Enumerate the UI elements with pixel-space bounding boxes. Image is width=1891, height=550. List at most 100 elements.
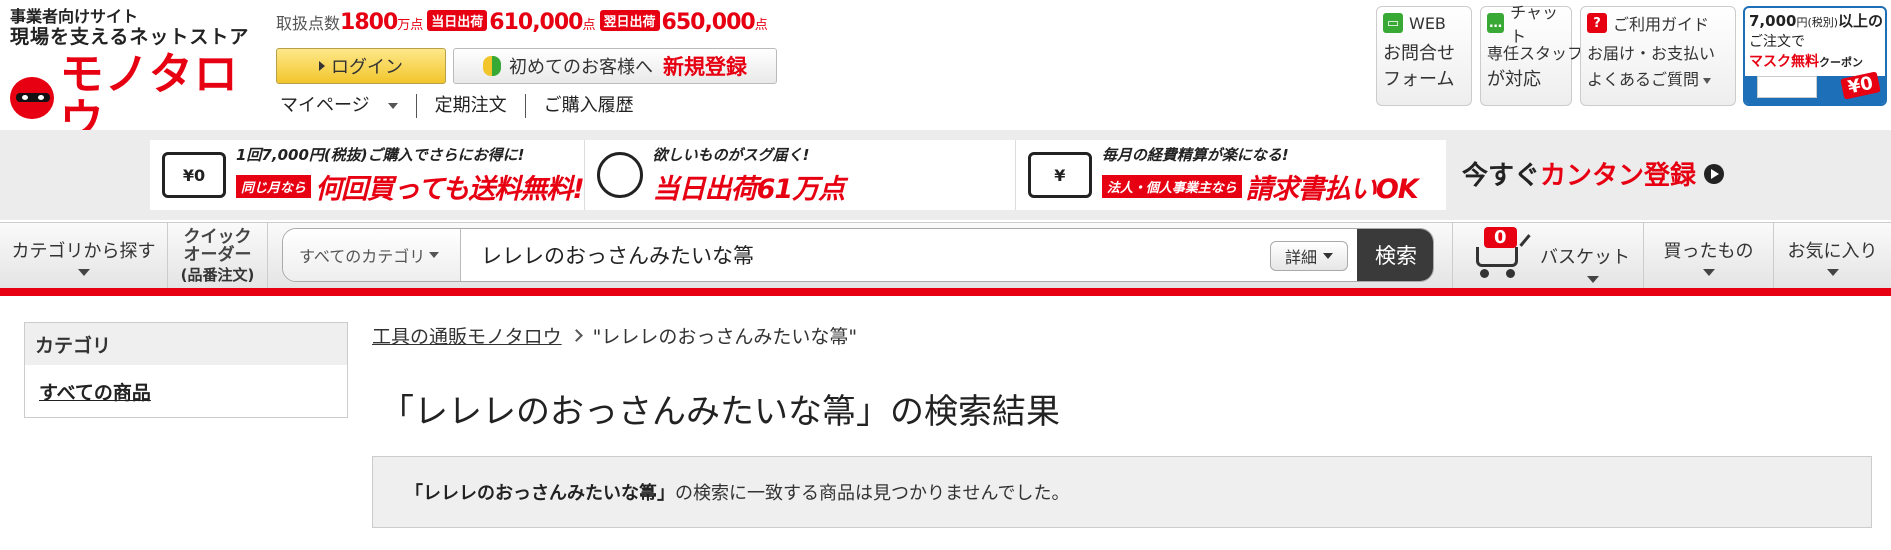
breadcrumb: 工具の通販モノタロウ "レレレのおっさんみたいな箒" xyxy=(372,322,857,349)
guide-line2: よくあるご質問 xyxy=(1587,70,1700,89)
banner-item-pill: 同じ月なら xyxy=(236,175,312,198)
invoice-icon: ¥ xyxy=(1027,152,1092,198)
same-day-unit: 点 xyxy=(582,18,596,33)
monitor-icon: ▭ xyxy=(1383,13,1403,33)
purchased-items-menu[interactable]: 買ったもの xyxy=(1644,223,1774,289)
banner-item-subtitle: 欲しいものがスグ届く! xyxy=(652,146,810,164)
chevron-down-icon xyxy=(1702,268,1715,276)
chat-line1: 専任スタッフ xyxy=(1487,44,1584,63)
web-inquiry-button[interactable]: ▭ WEB お問合せ フォーム xyxy=(1376,6,1472,106)
cta-strong: カンタン登録 xyxy=(1540,161,1697,191)
banner-item-headline: 請求書払いOK xyxy=(1245,174,1419,205)
monotaro-mascot-icon xyxy=(10,77,54,119)
chevron-down-icon xyxy=(1587,276,1599,283)
basket-button[interactable]: 0 バスケット xyxy=(1452,223,1644,289)
breadcrumb-current: "レレレのおっさんみたいな箒" xyxy=(592,326,858,348)
web-title: WEB xyxy=(1409,13,1446,33)
next-day-count: 650,000 xyxy=(661,10,756,35)
coupon-strong: マスク無料 xyxy=(1749,54,1819,70)
breadcrumb-home-link[interactable]: 工具の通販モノタロウ xyxy=(372,322,562,349)
sidebar-heading: カテゴリ xyxy=(25,323,347,365)
category-menu[interactable]: カテゴリから探す xyxy=(0,223,168,289)
beginner-mark-icon xyxy=(483,56,501,76)
coupon-line2: ご注文で xyxy=(1749,34,1805,50)
web-line2: フォーム xyxy=(1383,69,1455,90)
quick-order-link[interactable]: クイック オーダー (品番注文) xyxy=(168,223,268,289)
nav-divider xyxy=(0,288,1891,296)
site-header: 事業者向けサイト 現場を支えるネットストア モノタロウ 取扱点数 1800 万点… xyxy=(0,0,1891,144)
items-count: 1800 xyxy=(340,10,398,35)
next-day-unit: 点 xyxy=(754,18,768,33)
chevron-right-icon xyxy=(569,329,583,342)
chevron-down-icon xyxy=(1323,253,1333,259)
chat-title: チャット xyxy=(1510,3,1559,46)
tagline-primary: 事業者向けサイト xyxy=(10,7,139,26)
search-category-value: すべてのカテゴリ xyxy=(299,247,426,266)
coupon-amount: 7,000 xyxy=(1749,12,1797,30)
search-detail-label: 詳細 xyxy=(1284,248,1317,267)
same-day-count: 610,000 xyxy=(489,10,583,35)
category-menu-label: カテゴリから探す xyxy=(11,240,156,262)
register-prefix: 初めてのお客様へ xyxy=(509,57,653,78)
quick-order-line1: クイック xyxy=(183,226,252,247)
promo-banner[interactable]: ¥0 1回7,000円(税抜)ご購入でさらにお得に! 同じ月なら 何回買っても送料… xyxy=(150,140,1446,210)
chevron-down-icon xyxy=(1703,77,1712,84)
login-label: ログイン xyxy=(331,57,403,78)
banner-item-pill: 法人・個人事業主なら xyxy=(1101,175,1242,198)
login-button[interactable]: ログイン xyxy=(276,48,446,84)
user-guide-button[interactable]: ? ご利用ガイド お届け・お支払い よくあるご質問 xyxy=(1580,6,1736,106)
chevron-down-icon xyxy=(429,252,440,258)
banner-item-subtitle: 1回7,000円(税抜)ご購入でさらにお得に! xyxy=(236,146,525,164)
banner-same-day[interactable]: 欲しいものがスグ届く! 当日出荷61万点 xyxy=(585,140,1016,210)
web-line1: お問合せ xyxy=(1383,43,1455,64)
search-detail-button[interactable]: 詳細 xyxy=(1270,241,1348,271)
notice-query: 「レレレのおっさんみたいな箒」 xyxy=(405,483,675,504)
purchased-label: 買ったもの xyxy=(1663,240,1754,262)
search-input[interactable] xyxy=(463,229,1263,281)
cta-prefix: 今すぐ xyxy=(1462,161,1541,191)
banner-item-headline: 当日出荷61万点 xyxy=(652,174,846,205)
quick-register-link[interactable]: 今すぐ カンタン登録 xyxy=(1462,155,1725,192)
question-icon: ? xyxy=(1587,13,1607,33)
favorites-menu[interactable]: お気に入り xyxy=(1774,223,1891,289)
basket-count: 0 xyxy=(1484,227,1517,248)
register-label: 新規登録 xyxy=(663,55,747,79)
banner-free-shipping[interactable]: ¥0 1回7,000円(税抜)ご購入でさらにお得に! 同じ月なら 何回買っても送料… xyxy=(150,140,585,210)
search-bar: すべてのカテゴリ 詳細 検索 xyxy=(282,228,1434,282)
items-label: 取扱点数 xyxy=(276,14,341,33)
mypage-link[interactable]: マイページ xyxy=(280,94,417,118)
truck-icon: ¥0 xyxy=(162,152,226,198)
quick-order-line2: オーダー xyxy=(183,244,252,265)
favorites-label: お気に入り xyxy=(1787,240,1878,262)
chat-button[interactable]: … チャット 専任スタッフ が対応 xyxy=(1480,3,1584,106)
items-unit: 万点 xyxy=(397,18,424,33)
coupon-suffix: 以上の xyxy=(1838,12,1884,30)
mask-coupon-banner[interactable]: 7,000円(税別)以上の ご注文で マスク無料クーポン ¥0 xyxy=(1743,6,1887,106)
account-subnav: マイページ 定期注文 ご購入履歴 xyxy=(280,94,652,118)
mask-icon xyxy=(1757,76,1817,98)
search-category-select[interactable]: すべてのカテゴリ xyxy=(283,229,461,281)
sidebar-item-all-products[interactable]: すべての商品 xyxy=(25,365,347,417)
chevron-down-icon xyxy=(1826,268,1839,276)
banner-invoice[interactable]: ¥ 毎月の経費精算が楽になる! 法人・個人事業主なら 請求書払いOK xyxy=(1016,140,1446,210)
subscription-link[interactable]: 定期注文 xyxy=(417,94,526,118)
search-button[interactable]: 検索 xyxy=(1357,229,1433,281)
next-day-badge: 翌日出荷 xyxy=(599,10,660,31)
register-button[interactable]: 初めてのお客様へ 新規登録 xyxy=(453,48,777,84)
tagline-secondary: 現場を支えるネットストア xyxy=(10,26,250,48)
guide-line1: お届け・お支払い xyxy=(1587,44,1716,63)
no-results-notice: 「レレレのおっさんみたいな箒」 の検索に一致する商品は見つかりませんでした。 xyxy=(372,456,1872,528)
banner-item-headline: 何回買っても送料無料! xyxy=(315,174,585,205)
purchase-history-link[interactable]: ご購入履歴 xyxy=(526,94,652,118)
banner-item-subtitle: 毎月の経費精算が楽になる! xyxy=(1101,146,1289,164)
same-day-badge: 当日出荷 xyxy=(427,10,488,31)
coupon-unit: 円(税別) xyxy=(1796,16,1839,29)
chat-line2: が対応 xyxy=(1487,69,1541,90)
chevron-down-icon xyxy=(77,268,90,276)
logo-block[interactable]: 事業者向けサイト 現場を支えるネットストア モノタロウ xyxy=(10,8,272,144)
chevron-down-icon xyxy=(387,103,398,109)
guide-title: ご利用ガイド xyxy=(1613,15,1710,34)
notice-text: の検索に一致する商品は見つかりませんでした。 xyxy=(675,483,1070,504)
mypage-label: マイページ xyxy=(280,95,370,116)
stopwatch-icon xyxy=(596,152,643,198)
